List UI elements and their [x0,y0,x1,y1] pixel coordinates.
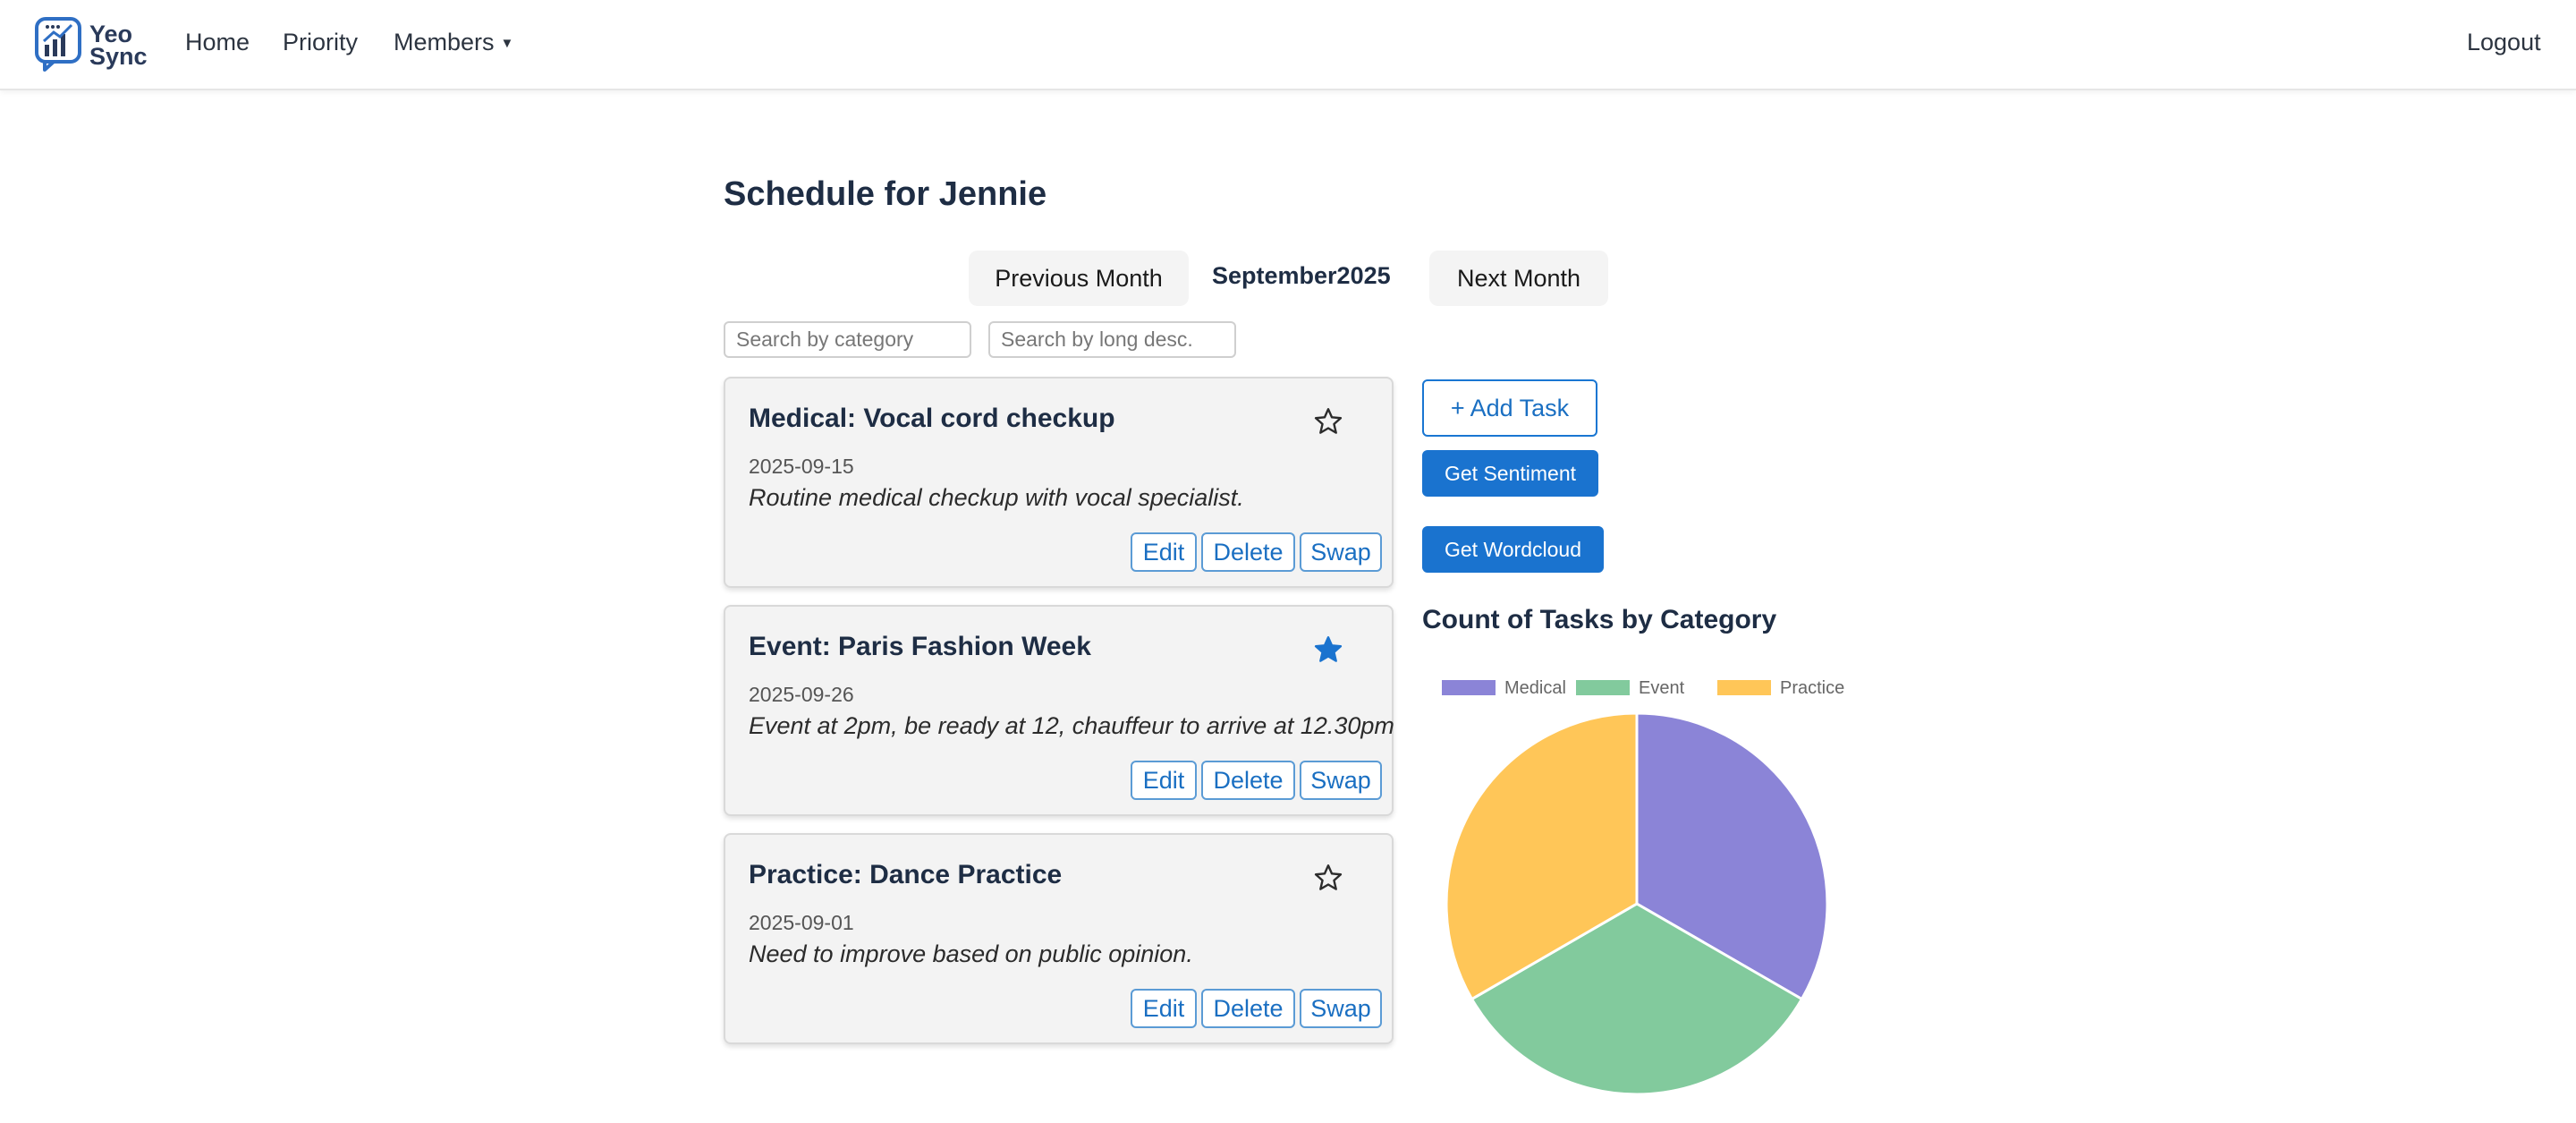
yeosync-logo[interactable]: Yeo Sync [34,16,152,75]
next-month-button[interactable]: Next Month [1429,251,1608,306]
task-card: Event: Paris Fashion Week 2025-09-26 Eve… [724,605,1394,816]
task-card: Medical: Vocal cord checkup 2025-09-15 R… [724,377,1394,588]
search-description-input[interactable] [988,321,1236,358]
search-category-input[interactable] [724,321,971,358]
current-month-label: September2025 [1212,262,1391,289]
caret-down-icon: ▼ [500,36,514,51]
add-task-button[interactable]: + Add Task [1422,379,1597,437]
swap-button[interactable]: Swap [1300,532,1382,572]
task-description: Routine medical checkup with vocal speci… [749,484,1244,511]
get-sentiment-button[interactable]: Get Sentiment [1422,450,1598,497]
nav-logout[interactable]: Logout [2467,29,2541,56]
task-card: Practice: Dance Practice 2025-09-01 Need… [724,833,1394,1044]
task-description: Need to improve based on public opinion. [749,940,1193,967]
previous-month-button[interactable]: Previous Month [969,251,1189,306]
delete-button[interactable]: Delete [1201,532,1295,572]
nav-members-dropdown[interactable]: Members ▼ [394,29,513,56]
star-outline-icon[interactable] [1312,405,1344,438]
get-wordcloud-button[interactable]: Get Wordcloud [1422,526,1604,573]
task-description: Event at 2pm, be ready at 12, chauffeur … [749,712,1394,739]
star-outline-icon[interactable] [1312,862,1344,894]
logo-chart-icon [35,17,81,72]
nav-members-label: Members [394,29,495,55]
task-date: 2025-09-26 [749,683,854,706]
task-title: Practice: Dance Practice [749,860,1063,889]
legend-label-medical: Medical [1504,678,1566,698]
legend-swatch-medical[interactable] [1442,680,1496,695]
delete-button[interactable]: Delete [1201,989,1295,1028]
legend-swatch-practice[interactable] [1717,680,1771,695]
delete-button[interactable]: Delete [1201,761,1295,800]
swap-button[interactable]: Swap [1300,989,1382,1028]
logo-text-line2: Sync [89,43,148,70]
logo-text: Yeo Sync [89,22,148,70]
category-pie-chart: Medical Event Practice [1442,678,1844,1096]
task-date: 2025-09-01 [749,911,854,934]
star-filled-icon[interactable] [1312,634,1344,666]
swap-button[interactable]: Swap [1300,761,1382,800]
page-title: Schedule for Jennie [724,175,1047,213]
legend-label-practice: Practice [1780,678,1844,698]
edit-button[interactable]: Edit [1131,532,1197,572]
task-title: Event: Paris Fashion Week [749,632,1091,661]
nav-priority[interactable]: Priority [283,29,358,56]
chart-title: Count of Tasks by Category [1422,605,1777,634]
task-title: Medical: Vocal cord checkup [749,404,1115,433]
nav-home[interactable]: Home [185,29,250,56]
navbar: Yeo Sync Home Priority Members ▼ Logout [0,0,2576,90]
edit-button[interactable]: Edit [1131,761,1197,800]
legend-swatch-event[interactable] [1576,680,1630,695]
task-date: 2025-09-15 [749,455,854,478]
edit-button[interactable]: Edit [1131,989,1197,1028]
legend-label-event: Event [1639,678,1685,698]
